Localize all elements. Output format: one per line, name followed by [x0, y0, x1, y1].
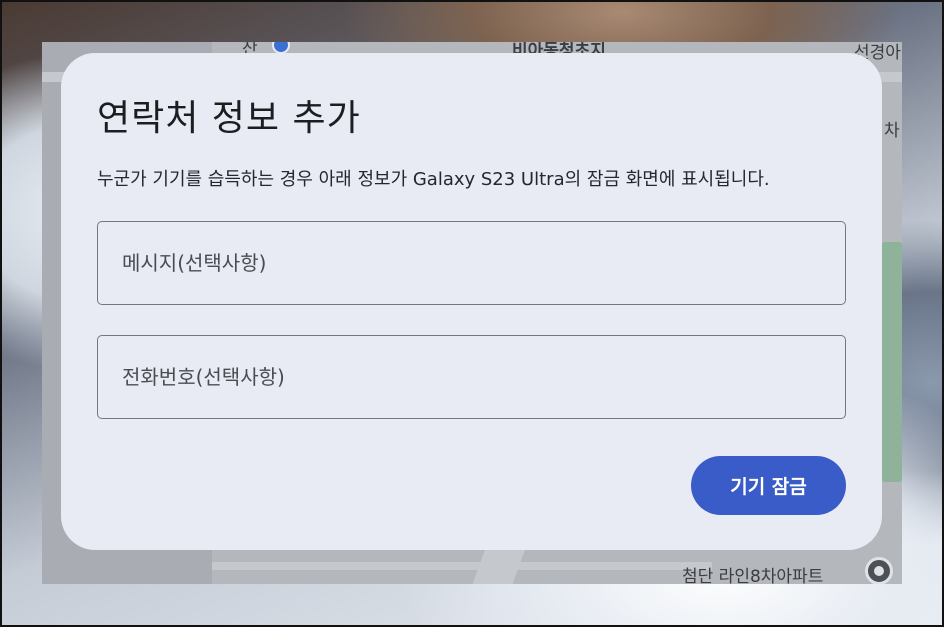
phone-field[interactable] [97, 335, 846, 419]
message-input[interactable] [98, 222, 845, 304]
map-label: 첨단 라인8차아파트 [682, 567, 824, 584]
lock-device-button[interactable]: 기기 잠금 [691, 456, 846, 515]
message-field[interactable] [97, 221, 846, 305]
contact-info-dialog: 연락처 정보 추가 누군가 기기를 습득하는 경우 아래 정보가 Galaxy … [61, 53, 882, 550]
dialog-description: 누군가 기기를 습득하는 경우 아래 정보가 Galaxy S23 Ultra의… [97, 169, 770, 190]
map-road [212, 562, 712, 570]
dialog-title: 연락처 정보 추가 [97, 98, 361, 139]
phone-input[interactable] [98, 336, 845, 418]
map-park [882, 242, 902, 482]
map-label: 차 [884, 121, 900, 141]
map-poi-icon[interactable] [865, 557, 893, 584]
